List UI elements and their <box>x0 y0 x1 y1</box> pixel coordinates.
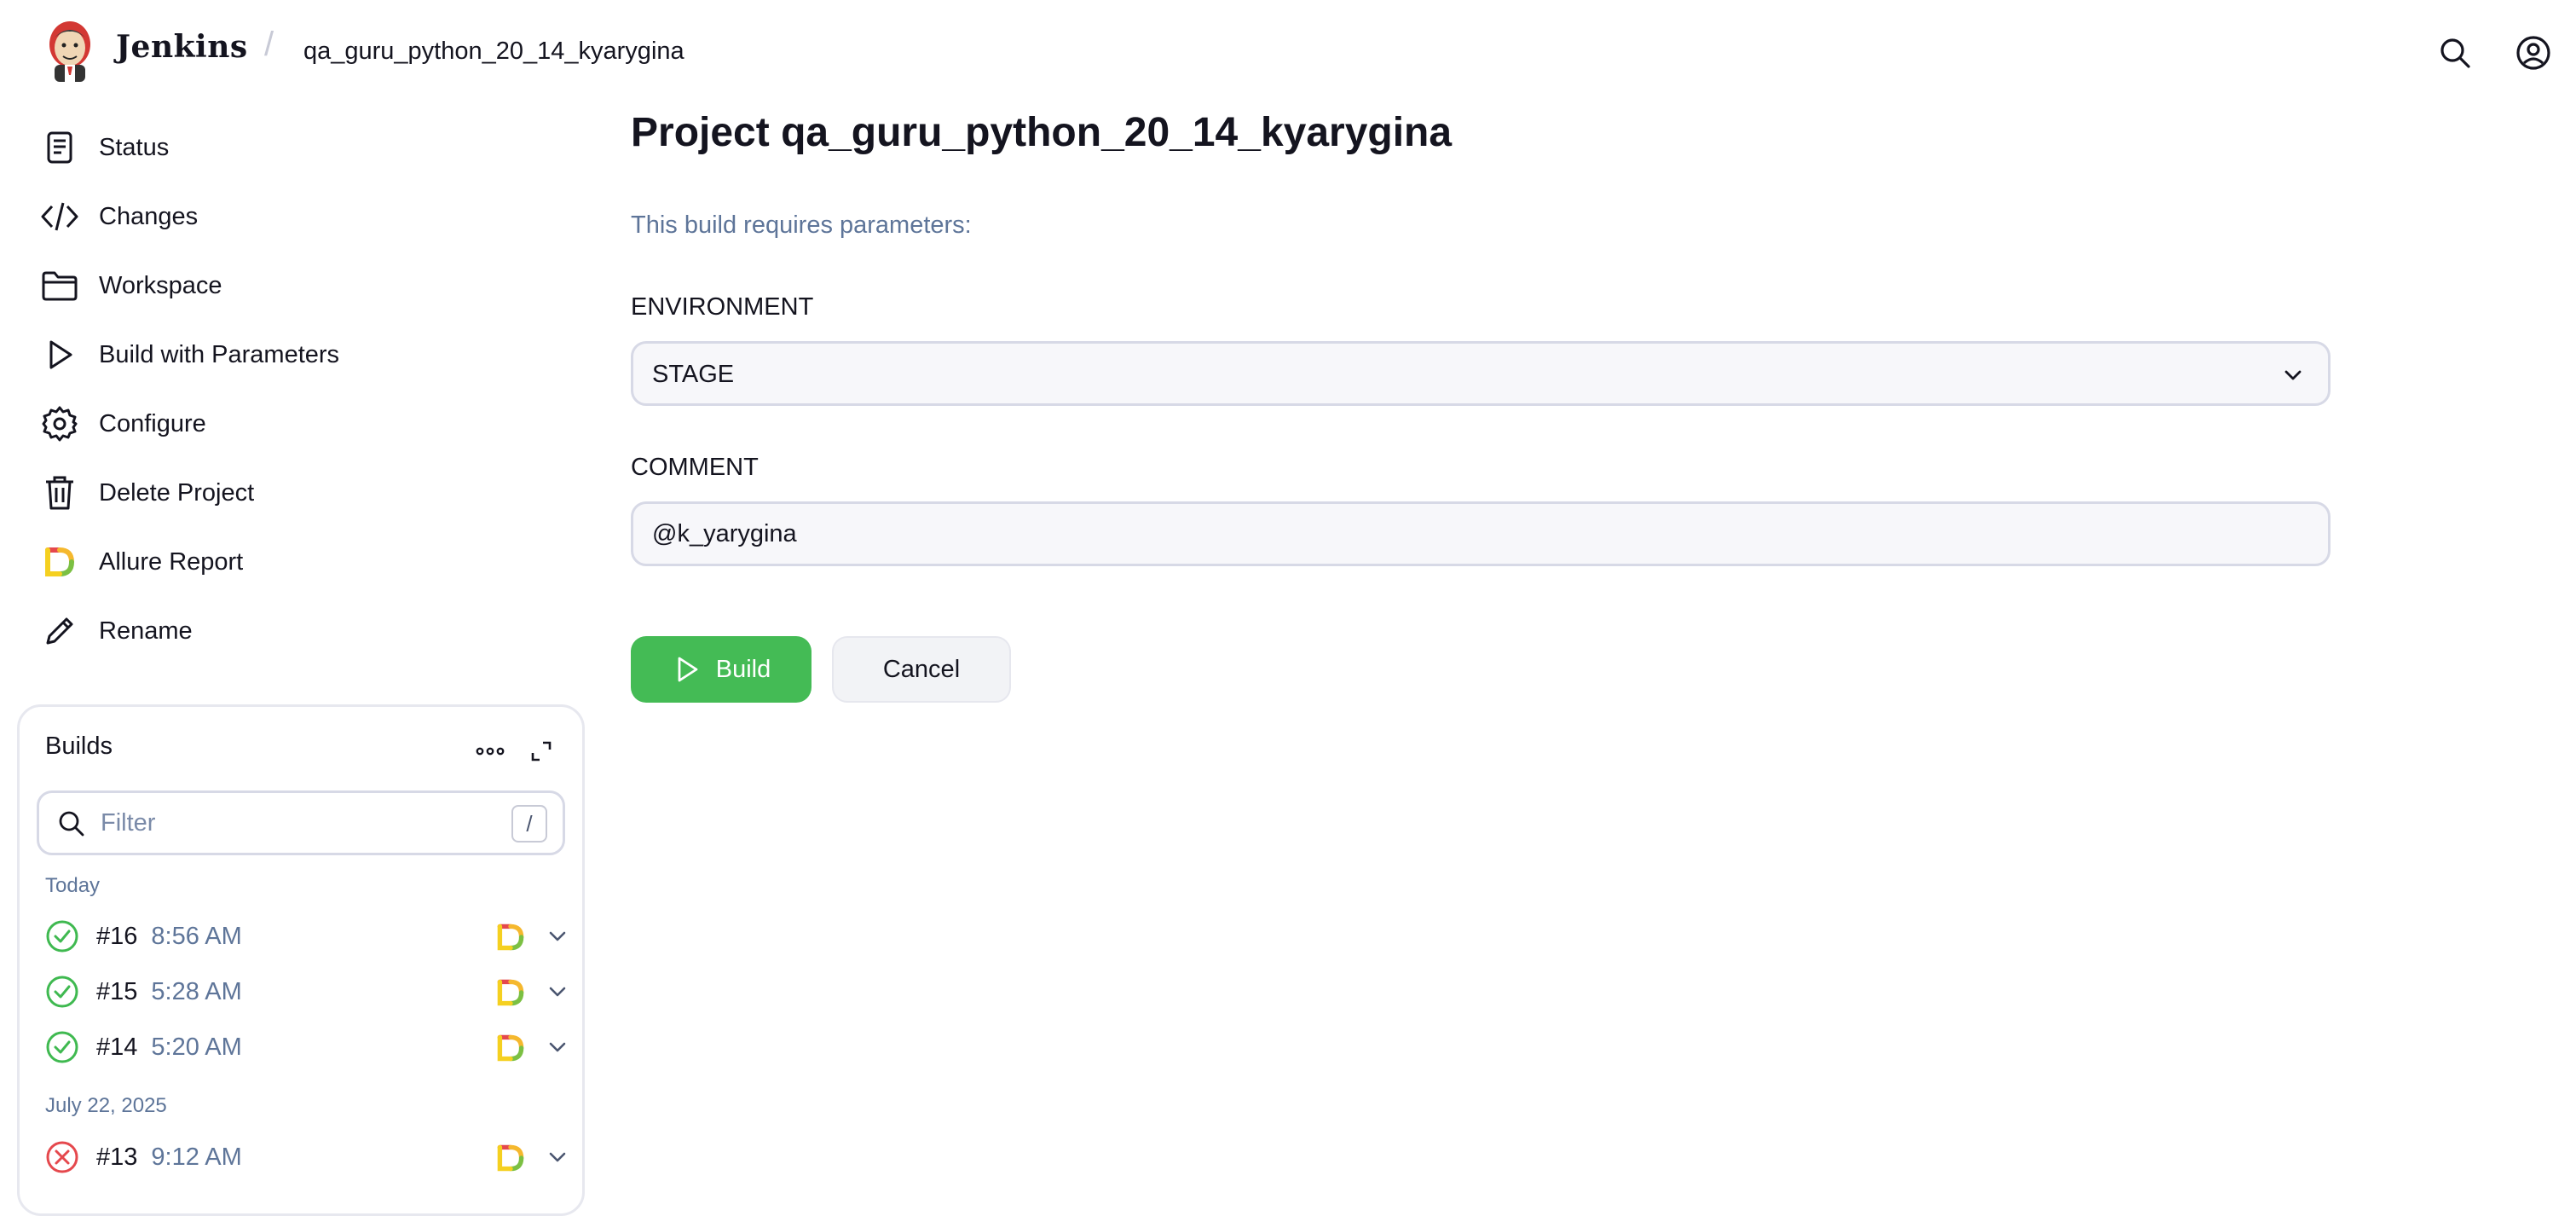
sidebar-item-allure-report[interactable]: Allure Report <box>41 532 552 592</box>
builds-panel: Builds / Today #16 8:56 AM #15 5:28 AM #… <box>17 704 585 1216</box>
build-time: 5:28 AM <box>151 977 242 1005</box>
sidebar-item-workspace[interactable]: Workspace <box>41 256 552 316</box>
builds-filter-input[interactable] <box>99 803 474 843</box>
chevron-down-icon[interactable] <box>545 1144 570 1170</box>
success-icon <box>46 1031 78 1063</box>
success-icon <box>46 920 78 953</box>
success-icon <box>46 976 78 1008</box>
sidebar-item-label: Status <box>99 133 170 161</box>
sidebar-item-status[interactable]: Status <box>41 118 552 177</box>
cancel-button[interactable]: Cancel <box>832 636 1011 703</box>
folder-icon <box>41 267 78 304</box>
breadcrumb-separator: / <box>264 26 274 63</box>
allure-icon[interactable] <box>495 1033 526 1063</box>
build-button-label: Build <box>715 655 771 683</box>
chevron-down-icon[interactable] <box>545 1034 570 1060</box>
build-row[interactable]: #16 8:56 AM <box>37 910 574 963</box>
app-brand[interactable]: Jenkins <box>116 29 248 65</box>
user-icon[interactable] <box>2515 34 2552 72</box>
build-time: 9:12 AM <box>151 1143 242 1171</box>
chevron-down-icon[interactable] <box>545 979 570 1005</box>
sidebar-item-label: Delete Project <box>99 478 255 507</box>
sidebar-item-label: Rename <box>99 617 193 645</box>
sidebar-item-label: Configure <box>99 409 206 437</box>
build-row[interactable]: #15 5:28 AM <box>37 965 574 1018</box>
search-icon[interactable] <box>2436 34 2474 72</box>
build-row[interactable]: #14 5:20 AM <box>37 1021 574 1074</box>
play-icon <box>678 657 698 682</box>
more-options-icon[interactable] <box>471 732 509 770</box>
failure-icon <box>46 1141 78 1173</box>
jenkins-logo[interactable] <box>43 19 97 84</box>
build-time: 8:56 AM <box>151 922 242 950</box>
sidebar-item-delete-project[interactable]: Delete Project <box>41 463 552 523</box>
comment-label: COMMENT <box>631 454 759 481</box>
breadcrumb-project[interactable]: qa_guru_python_20_14_kyarygina <box>303 38 684 66</box>
trash-icon <box>41 474 78 512</box>
allure-icon[interactable] <box>495 1143 526 1173</box>
build-number[interactable]: #15 <box>96 978 137 1006</box>
cancel-button-label: Cancel <box>882 655 961 683</box>
build-number[interactable]: #13 <box>96 1144 137 1172</box>
page-title: Project qa_guru_python_20_14_kyarygina <box>631 110 1453 155</box>
chevron-down-icon <box>2284 370 2302 380</box>
environment-selected-value: STAGE <box>652 361 735 388</box>
document-icon <box>41 129 78 166</box>
gear-icon <box>41 405 78 443</box>
code-icon <box>41 198 78 235</box>
expand-icon[interactable] <box>523 732 560 770</box>
build-group-label: Today <box>45 874 101 897</box>
build-time: 5:20 AM <box>151 1033 242 1061</box>
sidebar-item-label: Changes <box>99 202 199 230</box>
allure-icon <box>41 543 78 581</box>
play-icon <box>41 336 78 373</box>
chevron-down-icon[interactable] <box>545 924 570 949</box>
environment-label: ENVIRONMENT <box>631 293 814 321</box>
search-icon <box>56 808 87 839</box>
sidebar-item-rename[interactable]: Rename <box>41 601 552 661</box>
sidebar-item-changes[interactable]: Changes <box>41 187 552 246</box>
build-number[interactable]: #14 <box>96 1034 137 1062</box>
builds-filter[interactable]: / <box>37 790 565 855</box>
sidebar-item-label: Allure Report <box>99 547 244 576</box>
build-number[interactable]: #16 <box>96 923 137 951</box>
pencil-icon <box>41 612 78 650</box>
builds-title: Builds <box>45 732 113 760</box>
keyboard-shortcut-badge: / <box>511 805 547 843</box>
sidebar-item-label: Build with Parameters <box>99 340 340 368</box>
sidebar-item-build-with-parameters[interactable]: Build with Parameters <box>41 325 552 385</box>
sidebar-item-configure[interactable]: Configure <box>41 394 552 454</box>
top-header: Jenkins / qa_guru_python_20_14_kyarygina <box>0 0 2576 106</box>
environment-select[interactable]: STAGE <box>631 341 2331 406</box>
build-group-label: July 22, 2025 <box>45 1094 167 1117</box>
comment-field[interactable] <box>631 501 2331 566</box>
build-button[interactable]: Build <box>631 636 811 703</box>
allure-icon[interactable] <box>495 922 526 953</box>
allure-icon[interactable] <box>495 977 526 1008</box>
build-row[interactable]: #13 9:12 AM <box>37 1131 574 1184</box>
parameters-hint: This build requires parameters: <box>631 211 972 239</box>
sidebar-item-label: Workspace <box>99 271 222 299</box>
